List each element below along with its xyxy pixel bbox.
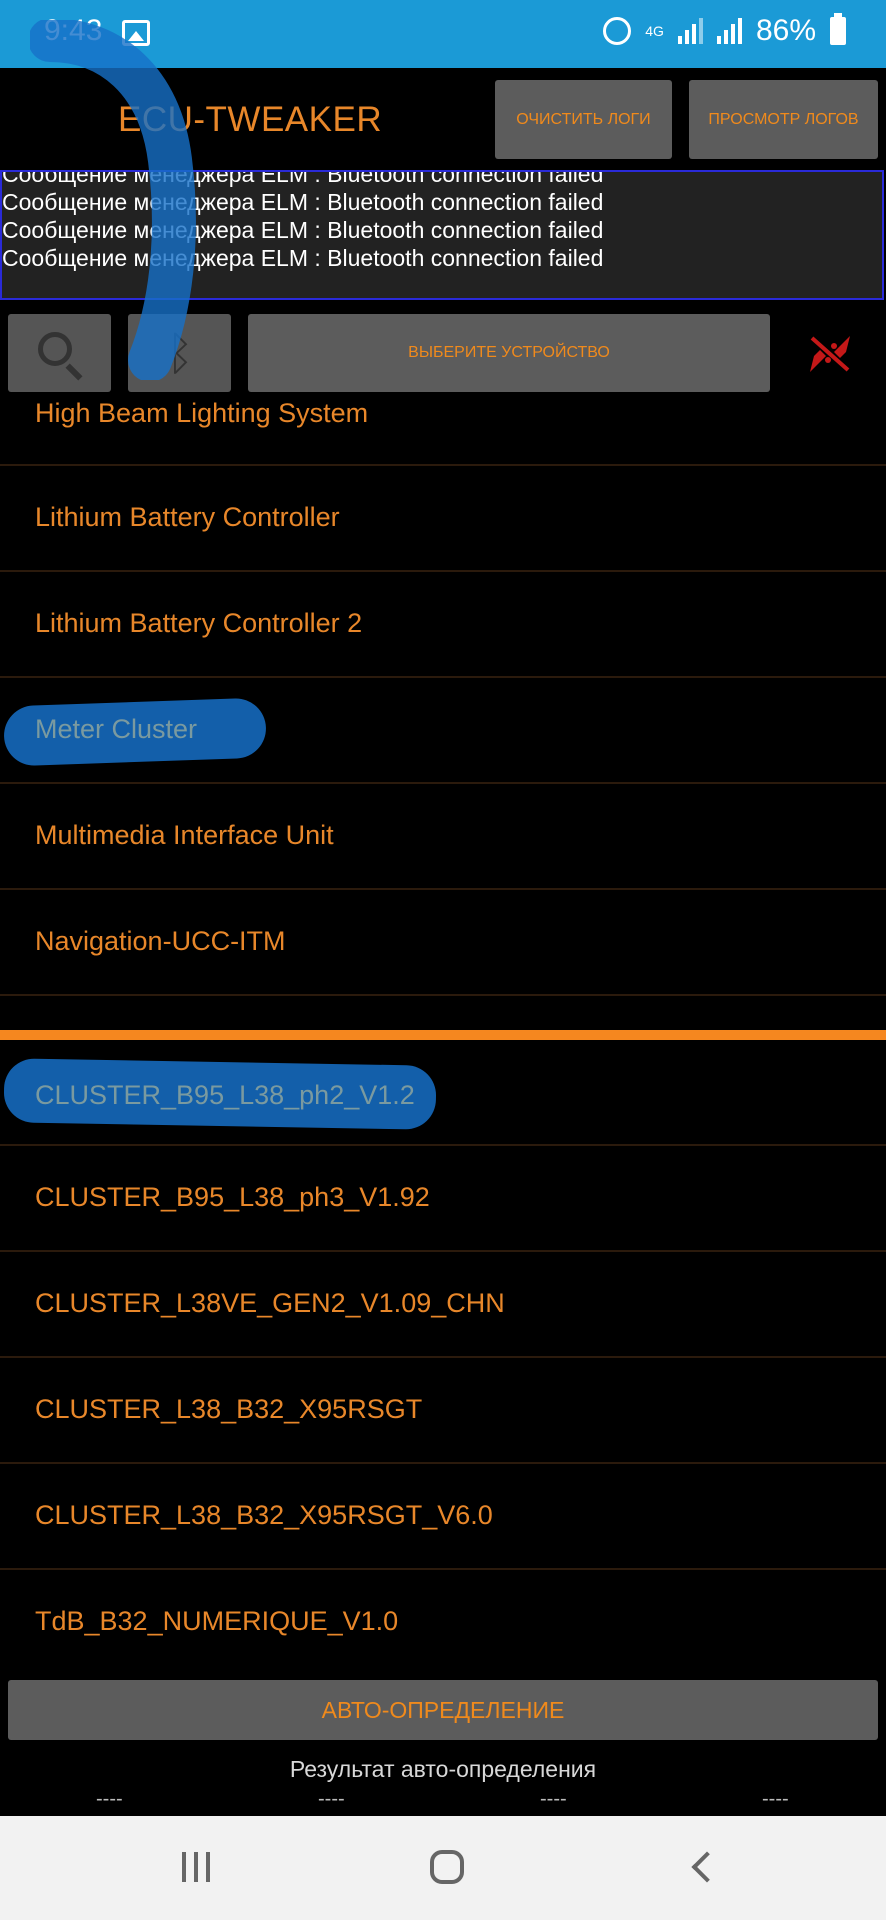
clock: 9:43 xyxy=(44,14,103,47)
list-item[interactable]: CLUSTER_L38_B32_X95RSGT_V6.0 xyxy=(0,1464,886,1570)
list-item-label: Lithium Battery Controller xyxy=(35,502,340,532)
list-item[interactable]: CLUSTER_L38_B32_X95RSGT xyxy=(0,1358,886,1464)
result-placeholder: ---- xyxy=(762,1788,789,1810)
network-type: 4G xyxy=(645,23,664,39)
list-item-selected[interactable]: CLUSTER_B95_L38_ph2_V1.2 xyxy=(0,1040,886,1146)
result-placeholder: ---- xyxy=(318,1788,345,1810)
list-item[interactable]: CLUSTER_B95_L38_ph3_V1.92 xyxy=(0,1146,886,1252)
list-item[interactable]: Lithium Battery Controller xyxy=(0,466,886,572)
clear-logs-button[interactable]: ОЧИСТИТЬ ЛОГИ xyxy=(495,80,672,159)
result-placeholder: ---- xyxy=(540,1788,567,1810)
auto-detect-result-label: Результат авто-определения xyxy=(289,1756,597,1782)
home-icon[interactable] xyxy=(430,1850,464,1884)
list-item[interactable]: TdB_B32_NUMERIQUE_V1.0 xyxy=(0,1570,886,1676)
app-title: ECU-TWEAKER xyxy=(118,100,383,139)
log-line: Сообщение менеджера ELM : Bluetooth conn… xyxy=(2,170,604,187)
list-item[interactable]: CLUSTER_L38VE_GEN2_V1.09_CHN xyxy=(0,1252,886,1358)
list-item-label: Meter Cluster xyxy=(35,714,198,744)
view-logs-button[interactable]: ПРОСМОТР ЛОГОВ xyxy=(689,80,878,159)
signal-icon xyxy=(677,18,703,44)
list-item-label: Lithium Battery Controller 2 xyxy=(35,608,363,638)
list-item-label: CLUSTER_B95_L38_ph2_V1.2 xyxy=(35,1080,415,1110)
auto-detect-button[interactable]: АВТО-ОПРЕДЕЛЕНИЕ xyxy=(8,1680,878,1740)
list-item-label: CLUSTER_L38VE_GEN2_V1.09_CHN xyxy=(35,1288,505,1318)
status-icons: 4G 86% xyxy=(603,13,846,48)
status-bar: 9:43 4G 86% xyxy=(0,0,886,68)
back-icon[interactable] xyxy=(691,1851,723,1883)
list-item-label: TdB_B32_NUMERIQUE_V1.0 xyxy=(35,1606,399,1636)
result-placeholder: ---- xyxy=(96,1788,123,1810)
list-item-label: Navigation-UCC-ITM xyxy=(35,926,286,956)
list-item-label: High Beam Lighting System xyxy=(35,398,369,428)
signal-icon-2 xyxy=(716,18,742,44)
list-separator xyxy=(0,1030,886,1040)
log-line: Сообщение менеджера ELM : Bluetooth conn… xyxy=(2,217,604,243)
log-line: Сообщение менеджера ELM : Bluetooth conn… xyxy=(2,189,604,215)
list-item[interactable]: Multimedia Interface Unit xyxy=(0,784,886,890)
navigation-bar xyxy=(0,1816,886,1920)
list-item-selected[interactable]: Meter Cluster xyxy=(0,678,886,784)
list-item[interactable]: Navigation-UCC-ITM xyxy=(0,890,886,996)
log-panel[interactable]: Сообщение менеджера ELM : Bluetooth conn… xyxy=(0,170,884,300)
search-icon xyxy=(38,332,72,366)
recent-apps-icon[interactable] xyxy=(182,1852,210,1882)
list-item-label: CLUSTER_L38_B32_X95RSGT_V6.0 xyxy=(35,1500,493,1530)
battery-percent: 86% xyxy=(755,14,816,47)
list-item-label: CLUSTER_B95_L38_ph3_V1.92 xyxy=(35,1182,430,1212)
list-item[interactable]: Lithium Battery Controller 2 xyxy=(0,572,886,678)
list-item-label: CLUSTER_L38_B32_X95RSGT xyxy=(35,1394,423,1424)
list-item[interactable]: High Beam Lighting System xyxy=(0,362,886,466)
gallery-notification-icon xyxy=(122,20,150,46)
log-line: Сообщение менеджера ELM : Bluetooth conn… xyxy=(2,245,604,271)
battery-icon xyxy=(830,13,846,45)
alarm-icon xyxy=(603,17,632,45)
list-item-label: Multimedia Interface Unit xyxy=(35,820,334,850)
